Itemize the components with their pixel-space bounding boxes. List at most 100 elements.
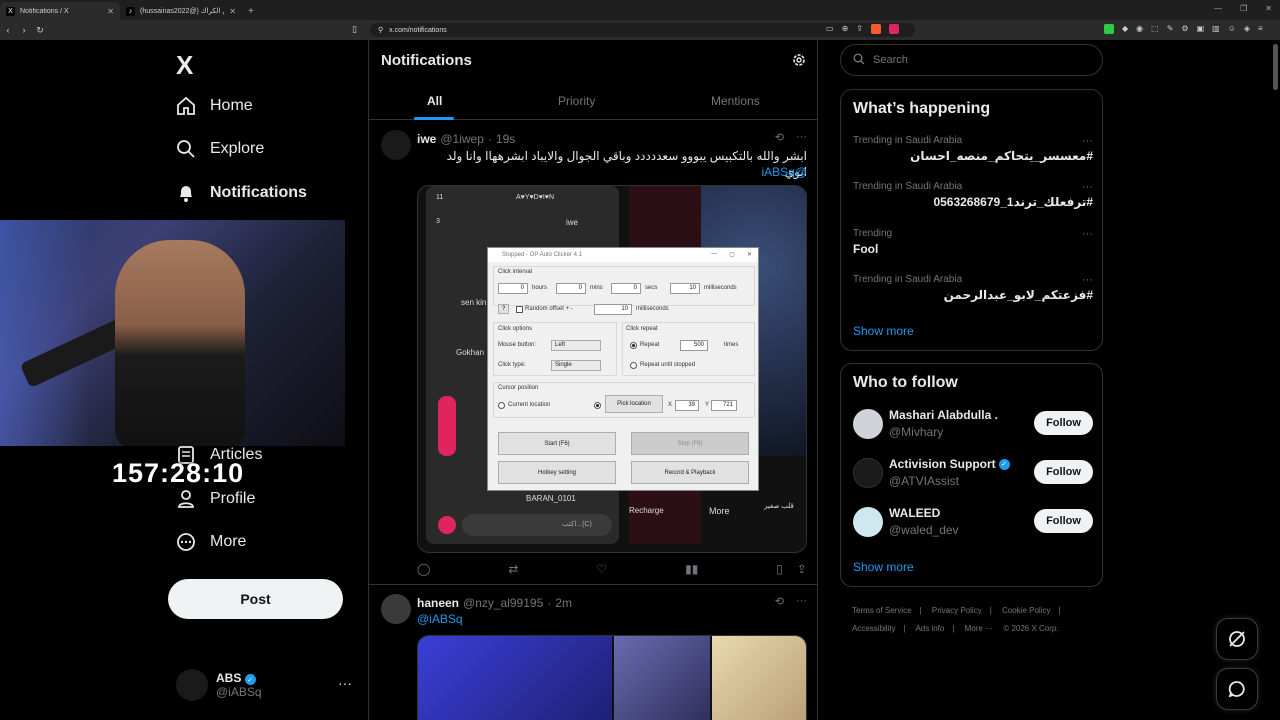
- tweet-mention[interactable]: @iABSq: [417, 612, 463, 626]
- repeat-count-input[interactable]: 500: [680, 340, 708, 351]
- extension-icon[interactable]: [1104, 24, 1114, 34]
- tweet-author[interactable]: iwe: [417, 132, 436, 146]
- close-window-icon[interactable]: ✕: [1265, 4, 1272, 13]
- trend-more-icon[interactable]: ···: [1082, 228, 1093, 240]
- maximize-icon[interactable]: ▢: [729, 251, 735, 258]
- grok-icon[interactable]: ⟲: [775, 131, 784, 144]
- show-more-link[interactable]: Show more: [853, 324, 914, 338]
- browser-tab-notifications[interactable]: X Notifications / X ✕: [0, 2, 120, 20]
- close-icon[interactable]: ✕: [747, 251, 752, 258]
- follow-suggestion[interactable]: Activision Support ✓ @ATVIAssist Follow: [853, 456, 1093, 490]
- footer-link[interactable]: Privacy Policy: [932, 606, 982, 615]
- messages-button[interactable]: [1216, 668, 1258, 710]
- reload-icon[interactable]: ↻: [32, 25, 48, 36]
- secs-input[interactable]: 0: [611, 283, 641, 294]
- tweet-media[interactable]: [417, 635, 807, 720]
- tweet-more-icon[interactable]: ···: [796, 595, 807, 608]
- mouse-button-select[interactable]: Left: [551, 340, 601, 351]
- click-type-select[interactable]: Single: [551, 360, 601, 371]
- wallet-icon[interactable]: ◈: [1244, 24, 1250, 34]
- follow-button[interactable]: Follow: [1034, 460, 1093, 484]
- extension-icon[interactable]: ◆: [1122, 24, 1128, 34]
- extension-icon[interactable]: ✎: [1167, 24, 1174, 34]
- bookmark-icon[interactable]: ▯: [352, 24, 357, 35]
- nav-notifications[interactable]: Notifications: [176, 183, 307, 203]
- extension-icon[interactable]: ⚙: [1181, 24, 1188, 34]
- avatar[interactable]: [853, 409, 883, 439]
- share-icon[interactable]: ⇪: [856, 24, 863, 34]
- avatar[interactable]: [853, 507, 883, 537]
- extension-icon[interactable]: ⬚: [1151, 24, 1159, 34]
- follow-suggestion[interactable]: WALEED @waled_dev Follow: [853, 505, 1093, 539]
- trend-item[interactable]: Trending in Saudi Arabia #ترفعلك_ترند1_0…: [853, 181, 1093, 209]
- follow-suggestion[interactable]: Mashari Alabdulla . @Mivhary Follow: [853, 407, 1093, 441]
- account-more-icon[interactable]: ···: [338, 675, 352, 691]
- repeat-until-stopped-radio[interactable]: [630, 362, 637, 369]
- ms-input[interactable]: 10: [670, 283, 700, 294]
- more-button[interactable]: More: [709, 506, 730, 516]
- comment-input[interactable]: اكتب...(C): [462, 514, 612, 536]
- tab-mentions[interactable]: Mentions: [711, 94, 760, 108]
- random-offset-checkbox[interactable]: [516, 306, 523, 313]
- avatar[interactable]: [853, 458, 883, 488]
- close-tab-icon[interactable]: ✕: [107, 7, 114, 16]
- like-icon[interactable]: [438, 516, 456, 534]
- trend-more-icon[interactable]: ···: [1082, 135, 1093, 147]
- avatar[interactable]: [381, 594, 411, 624]
- gear-icon[interactable]: [791, 52, 807, 68]
- share-icon[interactable]: ⇪: [797, 562, 807, 576]
- record-playback-button[interactable]: Record & Playback: [631, 461, 749, 484]
- recharge-button[interactable]: Recharge: [629, 506, 664, 515]
- browser-tab-tiktok[interactable]: ♪ (hussainas2022@) حسين الكراك ✕: [120, 2, 242, 20]
- trend-item[interactable]: Trending Fool ···: [853, 228, 1093, 256]
- nav-profile[interactable]: Profile: [176, 489, 255, 509]
- retweet-icon[interactable]: ⇄: [508, 562, 518, 576]
- grok-icon[interactable]: ⟲: [775, 595, 784, 608]
- trend-more-icon[interactable]: ···: [1082, 181, 1093, 193]
- y-input[interactable]: 721: [711, 400, 737, 411]
- tab-priority[interactable]: Priority: [558, 94, 595, 108]
- help-button[interactable]: ?: [498, 304, 509, 314]
- x-logo-icon[interactable]: X: [176, 50, 193, 81]
- nav-home[interactable]: Home: [176, 96, 253, 116]
- sidebar-icon[interactable]: ▥: [1212, 24, 1220, 34]
- trend-more-icon[interactable]: ···: [1082, 274, 1093, 286]
- back-icon[interactable]: ‹: [0, 25, 16, 35]
- minimize-icon[interactable]: —: [1214, 4, 1222, 13]
- account-switcher[interactable]: ABS ✓ @iABSq ···: [176, 667, 356, 703]
- random-ms-input[interactable]: 10: [594, 304, 632, 315]
- post-button[interactable]: Post: [168, 579, 343, 619]
- hotkey-setting-button[interactable]: Hotkey setting: [498, 461, 616, 484]
- current-location-radio[interactable]: [498, 402, 505, 409]
- cast-icon[interactable]: ▭: [826, 24, 834, 34]
- show-more-link[interactable]: Show more: [853, 560, 914, 574]
- forward-icon[interactable]: ›: [16, 25, 32, 35]
- follow-button[interactable]: Follow: [1034, 411, 1093, 435]
- minimize-icon[interactable]: —: [711, 251, 717, 258]
- brave-shield-icon[interactable]: [870, 24, 881, 34]
- page-scrollbar[interactable]: [1273, 44, 1278, 90]
- bookmark-icon[interactable]: ▯: [776, 562, 783, 576]
- tab-all[interactable]: All: [427, 94, 442, 108]
- footer-link[interactable]: Terms of Service: [852, 606, 912, 615]
- profile-browser-icon[interactable]: ☺: [1228, 24, 1236, 34]
- pick-location-button[interactable]: Pick location: [605, 395, 663, 413]
- mins-input[interactable]: 0: [556, 283, 586, 294]
- search-input[interactable]: Search: [840, 44, 1103, 76]
- x-input[interactable]: 39: [675, 400, 699, 411]
- avatar[interactable]: [381, 130, 411, 160]
- reply-icon[interactable]: ◯: [417, 562, 430, 576]
- pick-location-radio[interactable]: [594, 402, 601, 409]
- views-icon[interactable]: ▮▮: [685, 562, 698, 576]
- trend-item[interactable]: Trending in Saudi Arabia #فزعتكم_لابو_عب…: [853, 274, 1093, 302]
- trend-item[interactable]: Trending in Saudi Arabia #معسسر_يتحاكم_م…: [853, 135, 1093, 163]
- close-tab-icon[interactable]: ✕: [229, 7, 236, 16]
- hours-input[interactable]: 0: [498, 283, 528, 294]
- nav-more[interactable]: More: [176, 532, 246, 552]
- footer-link[interactable]: More ···: [965, 624, 993, 633]
- notification-tweet[interactable]: iwe @1iwep · 19s ⟲ ··· ابشر والله بالتكب…: [369, 122, 817, 585]
- start-button[interactable]: Start (F6): [498, 432, 616, 455]
- stop-button[interactable]: Stop (F6): [631, 432, 749, 455]
- footer-link[interactable]: Cookie Policy: [1002, 606, 1050, 615]
- rewards-icon[interactable]: [888, 24, 899, 34]
